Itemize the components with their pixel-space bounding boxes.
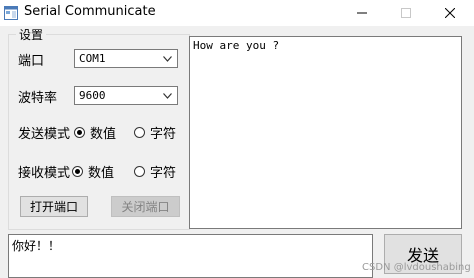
settings-group-title: 设置 — [16, 26, 47, 43]
watermark: CSDN @lvdoushabing — [362, 262, 471, 273]
port-select-value: COM1 — [79, 52, 106, 65]
port-select[interactable]: COM1 — [74, 49, 178, 68]
minimize-icon — [357, 12, 367, 14]
window-title: Serial Communicate — [24, 4, 156, 19]
radio-unchecked-icon — [134, 166, 145, 177]
close-icon — [445, 8, 455, 18]
receive-mode-numeric-label: 数值 — [88, 166, 115, 181]
serial-communicate-window: Serial Communicate 设置 端口 COM1 波特率 9600 发… — [0, 0, 474, 278]
send-text: 你好！！ — [12, 239, 61, 253]
baud-rate-label: 波特率 — [18, 91, 58, 106]
maximize-icon — [401, 8, 411, 18]
baud-rate-select-value: 9600 — [79, 89, 106, 102]
close-button[interactable] — [428, 0, 472, 26]
radio-checked-icon — [74, 127, 85, 138]
receive-mode-char-radio[interactable]: 字符 — [134, 162, 176, 181]
send-mode-numeric-label: 数值 — [90, 127, 117, 142]
receive-mode-label: 接收模式 — [18, 166, 71, 181]
client-area: 设置 端口 COM1 波特率 9600 发送模式 数值 字符 接收模式 数值 字… — [0, 26, 474, 278]
app-icon — [4, 6, 18, 20]
receive-textbox[interactable]: How are you ? — [189, 36, 462, 229]
open-port-button[interactable]: 打开端口 — [20, 196, 88, 217]
title-bar[interactable]: Serial Communicate — [0, 0, 474, 26]
minimize-button[interactable] — [340, 0, 384, 26]
receive-mode-numeric-radio[interactable]: 数值 — [72, 162, 114, 181]
send-textbox[interactable]: 你好！！ — [8, 234, 373, 278]
radio-unchecked-icon — [134, 127, 145, 138]
maximize-button[interactable] — [384, 0, 428, 26]
baud-rate-select[interactable]: 9600 — [74, 86, 178, 105]
radio-checked-icon — [72, 166, 83, 177]
send-mode-char-radio[interactable]: 字符 — [134, 123, 176, 142]
port-label: 端口 — [18, 54, 45, 69]
chevron-down-icon[interactable] — [159, 50, 175, 67]
chevron-down-icon[interactable] — [159, 87, 175, 104]
receive-text: How are you ? — [193, 39, 280, 52]
send-mode-char-label: 字符 — [150, 127, 177, 142]
receive-mode-char-label: 字符 — [150, 166, 177, 181]
send-mode-label: 发送模式 — [18, 127, 71, 142]
send-mode-numeric-radio[interactable]: 数值 — [74, 123, 116, 142]
close-port-button[interactable]: 关闭端口 — [111, 196, 180, 217]
